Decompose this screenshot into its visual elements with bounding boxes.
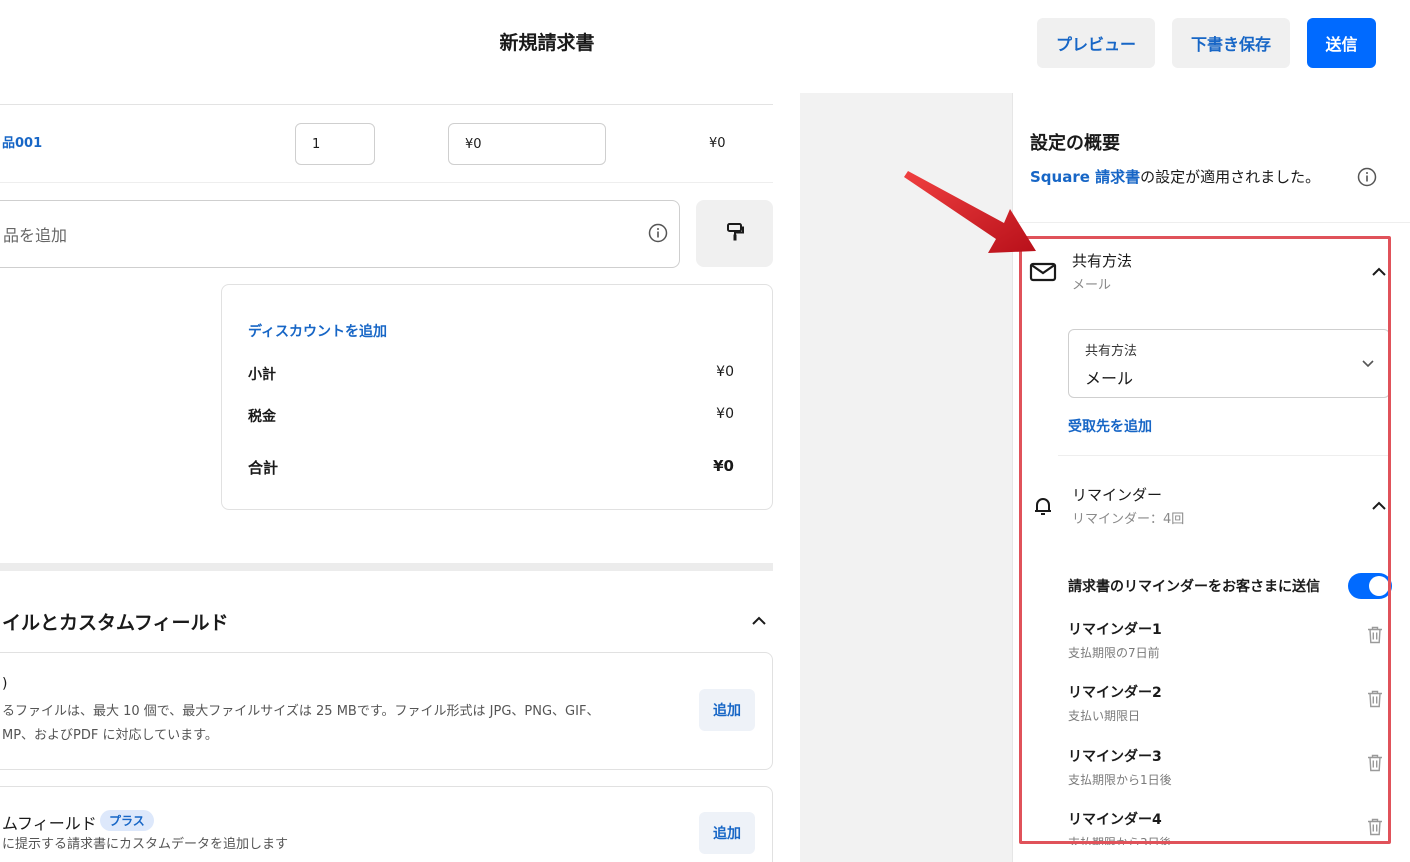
totals-card bbox=[221, 284, 773, 510]
preview-button[interactable]: プレビュー bbox=[1037, 18, 1155, 68]
add-attachment-button[interactable]: 追加 bbox=[699, 689, 755, 731]
total-label: 合計 bbox=[248, 459, 279, 477]
divider bbox=[1012, 222, 1410, 223]
settings-applied-label: の設定が適用されました。 bbox=[1140, 168, 1321, 186]
add-item-input[interactable]: 品を追加 bbox=[0, 200, 680, 268]
subtotal-label: 小計 bbox=[248, 367, 276, 383]
add-custom-field-button[interactable]: 追加 bbox=[699, 812, 755, 854]
chevron-up-icon[interactable] bbox=[750, 612, 768, 630]
divider bbox=[0, 182, 773, 183]
square-invoices-link[interactable]: Square 請求書 bbox=[1030, 168, 1140, 186]
attachments-desc: るファイルは、最大 10 個で、最大ファイルサイズは 25 MBです。ファイル形… bbox=[2, 704, 600, 719]
files-section-title: イルとカスタムフィールド bbox=[2, 612, 229, 634]
plus-badge: プラス bbox=[100, 810, 154, 831]
item-name-link[interactable]: 品001 bbox=[2, 132, 42, 151]
item-amount: ¥0 bbox=[709, 136, 726, 151]
settings-title: 設定の概要 bbox=[1030, 133, 1120, 154]
paint-roller-icon bbox=[724, 221, 746, 247]
price-input[interactable]: ¥0 bbox=[448, 123, 606, 165]
quantity-input[interactable]: 1 bbox=[295, 123, 375, 165]
custom-fields-desc: に提示する請求書にカスタムデータを追加します bbox=[2, 837, 289, 852]
info-icon[interactable] bbox=[1357, 167, 1377, 187]
highlight-box bbox=[1019, 236, 1391, 844]
info-icon[interactable] bbox=[648, 223, 668, 243]
attachments-desc-2: MP、およびPDF に対応しています。 bbox=[2, 728, 218, 743]
tax-label: 税金 bbox=[248, 409, 276, 425]
save-draft-button[interactable]: 下書き保存 bbox=[1172, 18, 1290, 68]
custom-fields-title: ムフィールド bbox=[2, 814, 97, 833]
section-divider bbox=[0, 563, 773, 571]
tax-value: ¥0 bbox=[716, 406, 734, 422]
page-title: 新規請求書 bbox=[499, 32, 595, 54]
attachments-title: ) bbox=[2, 676, 8, 692]
settings-applied-text: Square 請求書の設定が適用されました。 bbox=[1030, 166, 1320, 187]
total-value: ¥0 bbox=[713, 457, 734, 475]
subtotal-value: ¥0 bbox=[716, 364, 734, 380]
send-button[interactable]: 送信 bbox=[1307, 18, 1376, 68]
item-library-button[interactable] bbox=[696, 200, 773, 267]
annotation-arrow bbox=[904, 171, 1036, 253]
add-discount-link[interactable]: ディスカウントを追加 bbox=[248, 321, 387, 341]
divider bbox=[0, 104, 773, 105]
add-item-placeholder: 品を追加 bbox=[3, 226, 68, 245]
